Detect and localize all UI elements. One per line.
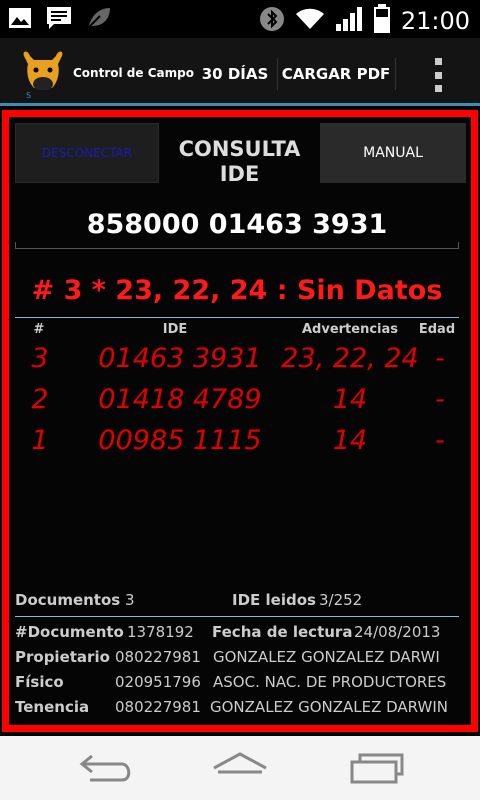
svg-text:S: S [26,91,31,100]
navigation-bar [0,736,480,800]
app-title: Control de Campo [73,66,194,80]
header-num: # [33,322,45,337]
desconectar-button[interactable]: DESCONECTAR [15,123,159,183]
signal-icon [335,6,363,36]
consulta-title: CONSULTA IDE [178,137,301,186]
table-row[interactable]: 2 01418 4789 14 - [15,384,459,424]
overflow-menu-icon[interactable] [432,58,444,92]
header-edad: Edad [418,322,456,337]
status-bar: 21:00 [0,0,480,38]
info-documento: #Documento 1378192 Fecha de lectura 24/0… [15,623,441,641]
battery-icon [373,4,391,38]
leaf-icon [86,6,112,34]
ide-leidos-value: 3/252 [319,591,363,609]
recent-apps-icon[interactable] [348,750,408,786]
documentos-label: Documentos [15,591,121,609]
info-tenencia: Tenencia 080227981 GONZALEZ GONZALEZ DAR… [15,698,448,716]
header-advertencias: Advertencias [301,322,399,337]
image-icon [8,6,32,34]
message-icon [46,6,72,34]
result-text: # 3 * 23, 22, 24 : Sin Datos [31,275,443,306]
info-propietario: Propietario 080227981 GONZALEZ GONZALEZ … [15,648,440,666]
action-bar: S Control de Campo 30 DÍAS CARGAR PDF [0,38,480,106]
main-frame: DESCONECTAR CONSULTA IDE MANUAL 858000 0… [2,110,478,732]
bluetooth-icon [259,6,285,36]
app-logo-icon[interactable]: S [20,48,66,100]
home-icon[interactable] [210,750,270,786]
table-row[interactable]: 1 00985 1115 14 - [15,425,459,465]
30-dias-button[interactable]: 30 DÍAS [196,56,274,92]
wifi-icon [295,7,325,35]
cargar-pdf-button[interactable]: CARGAR PDF [280,56,392,92]
action-separator [395,58,396,90]
ide-leidos-label: IDE leidos [232,591,316,609]
back-icon[interactable] [78,750,138,786]
documentos-value: 3 [125,591,135,609]
action-separator [277,58,278,90]
table-row[interactable]: 3 01463 3931 23, 22, 24 - [15,343,459,383]
ide-input[interactable]: 858000 01463 3931 [15,209,459,249]
clock: 21:00 [400,7,470,35]
stats-bar: Documentos 3 IDE leidos 3/252 [15,589,459,617]
info-fisico: Físico 020951796 ASOC. NAC. DE PRODUCTOR… [15,673,447,691]
table-header: # IDE Advertencias Edad [15,317,459,339]
manual-button[interactable]: MANUAL [320,123,466,183]
header-ide: IDE [162,322,188,337]
